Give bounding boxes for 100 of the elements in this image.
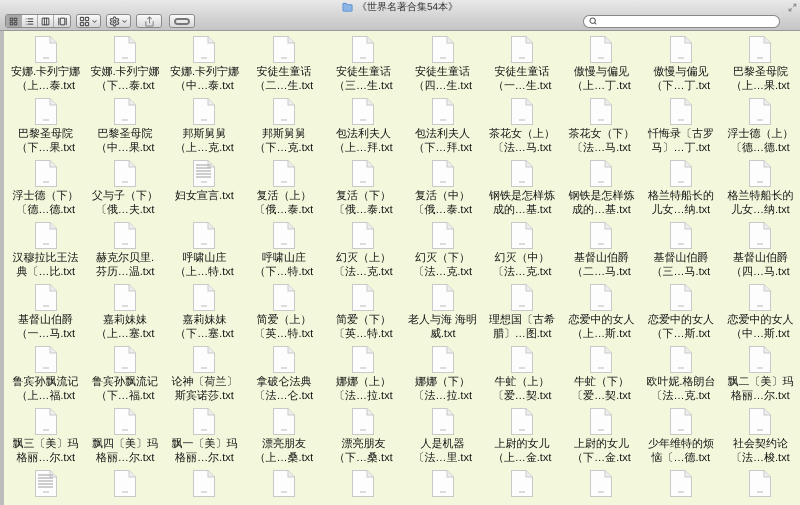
search-field[interactable]: [583, 14, 780, 28]
file-name-line: （四…生.txt: [413, 80, 472, 93]
file-name-line: 嘉莉妹妹: [103, 314, 148, 328]
file-name-line: 拿破仑法典: [256, 376, 312, 390]
file-item[interactable]: 安娜.卡列宁娜 （下…泰.txt: [85, 31, 165, 93]
file-item[interactable]: 安徒生童话 （三…生.txt: [324, 31, 403, 93]
share-button[interactable]: [136, 14, 162, 28]
file-item[interactable]: 邦斯舅舅 （上…克.txt: [164, 93, 244, 155]
file-item[interactable]: 简爱（上） 〔英…特.txt: [244, 279, 324, 341]
file-item[interactable]: 飘二〔美〕玛 格丽…尔.txt: [720, 341, 800, 403]
file-item[interactable]: 基督山伯爵 （二…马.txt: [562, 217, 642, 279]
file-name-line: 〔俄…夫.txt: [96, 204, 154, 217]
file-item[interactable]: 汉穆拉比王法 典〔…比.txt: [6, 217, 86, 279]
file-item[interactable]: 幻灭（上） 〔法…克.txt: [324, 217, 403, 279]
file-item[interactable]: 安徒生童话 （一…生.txt: [482, 31, 562, 93]
file-item[interactable]: 包法利夫人 （上…拜.txt: [324, 93, 403, 155]
file-item[interactable]: 茶花女（下） 〔法…马.txt: [562, 93, 642, 155]
file-name-line: 格兰特船长的: [727, 190, 794, 204]
tag-button[interactable]: [169, 14, 195, 28]
file-item[interactable]: 格兰特船长的 儿女…纳.txt: [720, 155, 800, 217]
file-item[interactable]: 呼啸山庄 （上…特.txt: [164, 217, 244, 279]
file-item[interactable]: 茶花女（上） 〔法…马.txt: [482, 93, 562, 155]
file-item[interactable]: 格兰特船长的 儿女…纳.txt: [641, 155, 721, 217]
file-name-line: 安徒生童话: [415, 66, 470, 80]
file-item[interactable]: 拿破仑法典 〔法…仑.txt: [244, 341, 324, 403]
file-item[interactable]: 复活（中） 〔俄…泰.txt: [403, 155, 482, 217]
file-name-line: （上…斯.txt: [572, 328, 631, 341]
file-item[interactable]: 牛虻（上） 〔爱…契.txt: [482, 341, 562, 403]
view-button[interactable]: [6, 15, 22, 27]
file-item[interactable]: 少年维特的烦 恼〔…德.txt: [641, 403, 721, 465]
file-item[interactable]: 父与子（下） 〔俄…夫.txt: [85, 155, 165, 217]
file-item[interactable]: 呼啸山庄 （下…特.txt: [244, 217, 324, 279]
file-item[interactable]: 飘四〔美〕玛 格丽…尔.txt: [85, 403, 165, 465]
file-item[interactable]: 复活（上） 〔俄…泰.txt: [244, 155, 324, 217]
action-button[interactable]: [106, 14, 131, 28]
file-item[interactable]: 老人与海 海明 威.txt: [403, 279, 482, 341]
file-name-line: 巴黎圣母院: [18, 128, 74, 142]
file-item[interactable]: 论神〔荷兰〕 斯宾诺莎.txt: [164, 341, 244, 403]
file-item[interactable]: 上尉的女儿 （下…金.txt: [562, 403, 642, 465]
file-icon: [272, 284, 295, 311]
file-name-line: 安娜.卡列宁娜: [90, 66, 160, 80]
file-item[interactable]: 安徒生童话 （四…生.txt: [403, 31, 482, 93]
file-item[interactable]: 理想国〔古希 腊〕…图.txt: [482, 279, 562, 341]
file-item[interactable]: 嘉莉妹妹 （上…塞.txt: [85, 279, 165, 341]
file-item[interactable]: 恋爱中的女人 （上…斯.txt: [562, 279, 642, 341]
file-item[interactable]: 欧叶妮.格朗台 〔法…克.txt: [641, 341, 721, 403]
file-item[interactable]: 安娜.卡列宁娜 （中…泰.txt: [164, 31, 244, 93]
file-icon: [670, 346, 692, 373]
file-item[interactable]: 包法利夫人 （下…拜.txt: [403, 93, 482, 155]
file-icon: [590, 470, 612, 497]
file-name-line: 复活（上）: [256, 190, 312, 204]
file-item[interactable]: 飘一〔美〕玛 格丽…尔.txt: [164, 403, 244, 465]
file-item[interactable]: 邦斯舅舅 （下…克.txt: [244, 93, 324, 155]
file-item[interactable]: 娜娜（下） 〔法…拉.txt: [403, 341, 482, 403]
file-item[interactable]: 上尉的女儿 （上…金.txt: [482, 403, 562, 465]
file-item[interactable]: 牛虻（下） 〔爱…契.txt: [562, 341, 642, 403]
file-item[interactable]: 社会契约论 〔法…梭.txt: [720, 403, 800, 465]
file-item[interactable]: 人是机器 〔法…里.txt: [403, 403, 482, 465]
file-item[interactable]: 基督山伯爵 （四…马.txt: [720, 217, 800, 279]
file-name-line: 赫克尔贝里.: [96, 252, 154, 266]
file-item[interactable]: 巴黎圣母院 （上…果.txt: [720, 31, 800, 93]
file-name-line: 浮士德（上）: [727, 128, 794, 142]
file-item[interactable]: 钢铁是怎样炼 成的…基.txt: [562, 155, 642, 217]
file-item[interactable]: 傲慢与偏见 （下…丁.txt: [641, 31, 721, 93]
file-name-line: （三…生.txt: [334, 80, 393, 93]
file-item[interactable]: 幻灭（中） 〔法…克.txt: [482, 217, 562, 279]
file-item[interactable]: 钢铁是怎样炼 成的…基.txt: [482, 155, 562, 217]
file-name-line: （上…克.txt: [175, 142, 234, 155]
file-item[interactable]: 恋爱中的女人 （中…斯.txt: [720, 279, 800, 341]
file-item[interactable]: 简爱（下） 〔英…特.txt: [324, 279, 403, 341]
file-item[interactable]: 复活（下） 〔俄…泰.txt: [324, 155, 403, 217]
file-name-line: 安徒生童话: [494, 66, 550, 80]
file-icon: [670, 408, 692, 435]
file-item[interactable]: 巴黎圣母院 （下…果.txt: [6, 93, 86, 155]
file-item[interactable]: 飘三〔美〕玛 格丽…尔.txt: [6, 403, 86, 465]
arrange-button[interactable]: [76, 14, 101, 28]
file-item[interactable]: 漂亮朋友 （上…桑.txt: [244, 403, 324, 465]
file-item[interactable]: 嘉莉妹妹 （下…塞.txt: [164, 279, 244, 341]
file-item[interactable]: 安徒生童话 （二…生.txt: [244, 31, 324, 93]
file-icon: [193, 222, 216, 249]
file-item[interactable]: 漂亮朋友 （下…桑.txt: [324, 403, 403, 465]
file-item[interactable]: 巴黎圣母院 （中…果.txt: [85, 93, 165, 155]
file-item[interactable]: 鲁宾孙飘流记 （下…福.txt: [85, 341, 165, 403]
file-icon: [670, 36, 692, 63]
file-item[interactable]: 浮士德（下） 〔德…德.txt: [6, 155, 86, 217]
file-item[interactable]: 安娜.卡列宁娜 （上…泰.txt: [6, 31, 86, 93]
file-item[interactable]: 妇女宣言.txt: [164, 155, 244, 217]
file-item[interactable]: 娜娜（上） 〔法…拉.txt: [324, 341, 403, 403]
file-item[interactable]: 赫克尔贝里. 芬历…温.txt: [85, 217, 165, 279]
file-item[interactable]: 幻灭（下） 〔法…克.txt: [403, 217, 482, 279]
file-item[interactable]: 鲁宾孙飘流记 （上…福.txt: [6, 341, 86, 403]
file-name-line: 恋爱中的女人: [568, 314, 634, 328]
file-item[interactable]: 恋爱中的女人 （下…斯.txt: [641, 279, 721, 341]
file-item[interactable]: 忏悔录〔古罗 马〕…丁.txt: [641, 93, 721, 155]
file-item[interactable]: 基督山伯爵 （三…马.txt: [641, 217, 721, 279]
file-item[interactable]: 基督山伯爵 （一…马.txt: [6, 279, 86, 341]
file-name-line: （上…塞.txt: [96, 328, 154, 341]
file-item[interactable]: 傲慢与偏见 （上…丁.txt: [562, 31, 642, 93]
file-item[interactable]: 浮士德（上） 〔德…德.txt: [720, 93, 800, 155]
resize-icon[interactable]: [788, 3, 797, 12]
